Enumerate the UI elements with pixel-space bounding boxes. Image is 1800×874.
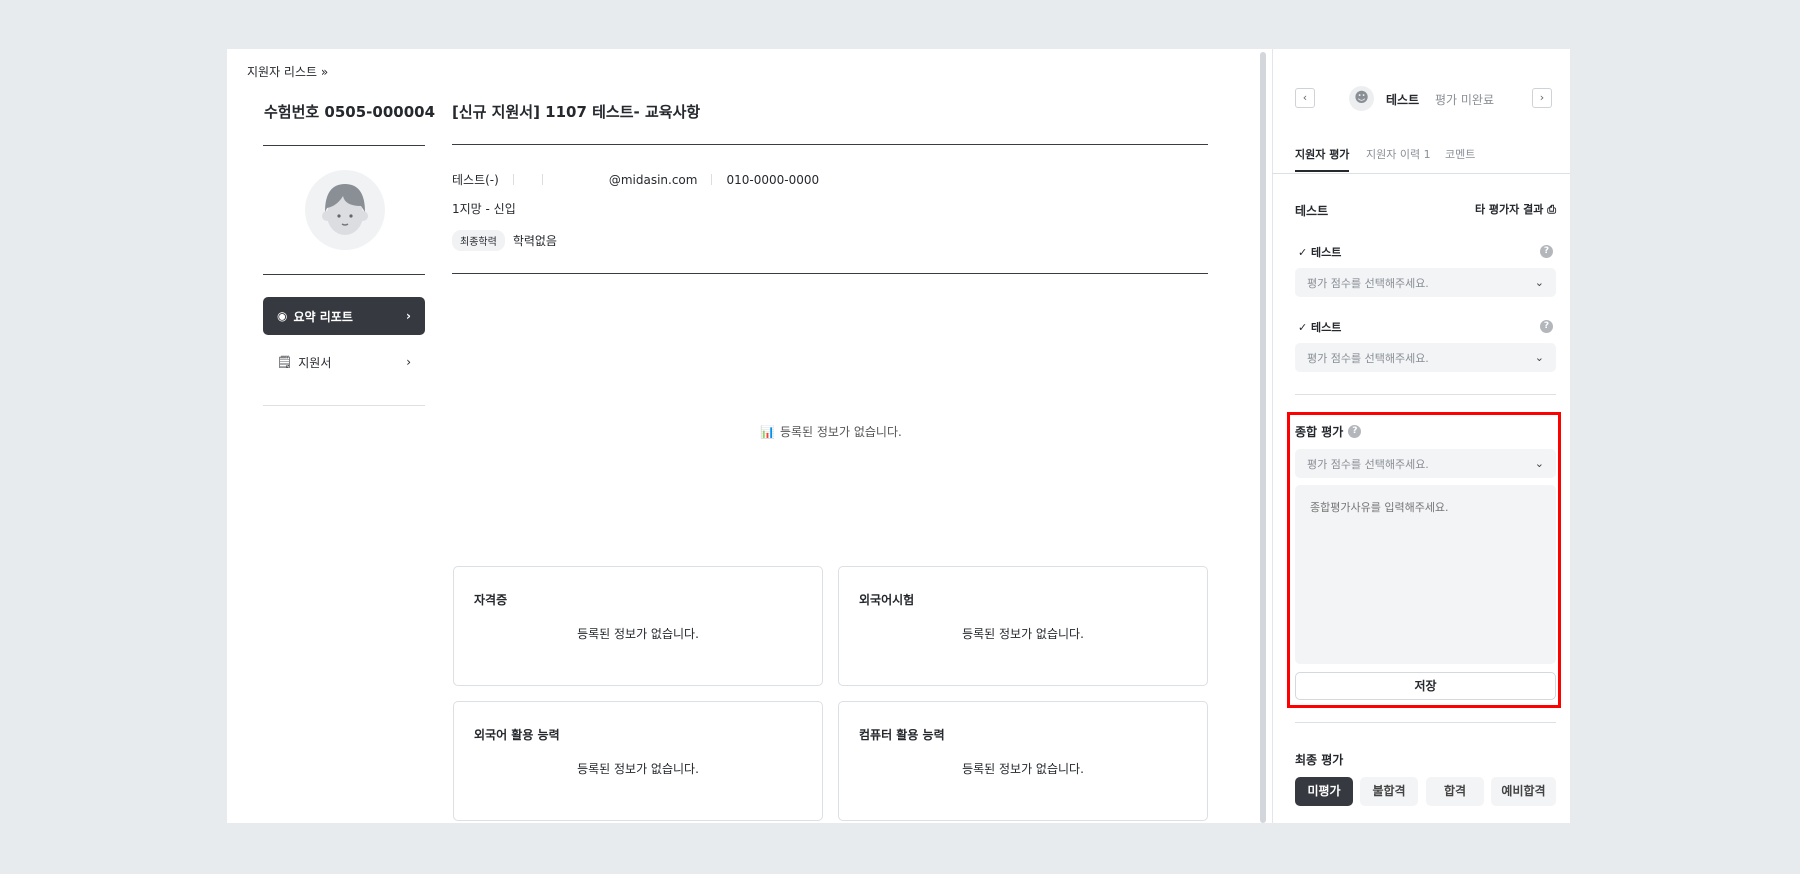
divider: [1295, 394, 1556, 395]
final-option-fail[interactable]: 불합격: [1360, 777, 1418, 806]
help-icon[interactable]: ?: [1348, 425, 1362, 438]
applicant-avatar: ☻: [1349, 86, 1374, 111]
applicant-phone: 010-0000-0000: [726, 172, 820, 187]
education: 최종학력 학력없음: [452, 230, 557, 251]
help-icon[interactable]: ?: [1540, 320, 1553, 333]
menu-item-summary-report[interactable]: ◉ 요약 리포트 ›: [263, 297, 425, 335]
overall-score-select[interactable]: 평가 점수를 선택해주세요. ⌄: [1295, 449, 1556, 478]
applicant-email: @midasin.com: [608, 172, 698, 187]
breadcrumb-link[interactable]: 지원자 리스트: [247, 65, 317, 79]
breadcrumb[interactable]: 지원자 리스트 »: [247, 63, 328, 80]
exam-number: 수험번호 0505-000004: [264, 103, 436, 121]
chevron-down-icon: ⌄: [1534, 276, 1544, 289]
menu-item-application[interactable]: 🗒 지원서 ›: [263, 343, 425, 381]
final-option-reserve[interactable]: 예비합격: [1491, 777, 1556, 806]
card-language-tests: 외국어시험 등록된 정보가 없습니다.: [838, 566, 1208, 686]
page-title: [신규 지원서] 1107 테스트- 교육사항: [452, 103, 701, 121]
overall-title: 종합 평가?: [1295, 423, 1362, 440]
tab-applicant-evaluation[interactable]: 지원자 평가: [1295, 146, 1350, 172]
help-icon[interactable]: ?: [1540, 245, 1553, 258]
criterion-score-select[interactable]: 평가 점수를 선택해주세요. ⌄: [1295, 343, 1556, 372]
divider: [452, 273, 1208, 274]
tab-applicant-history[interactable]: 지원자 이력 1: [1366, 146, 1431, 162]
other-results-button[interactable]: 타 평가자 결과 ⎙: [1475, 201, 1556, 217]
divider: [452, 144, 1208, 145]
divider: [263, 145, 425, 146]
next-applicant-button[interactable]: ›: [1532, 88, 1552, 108]
final-option-pass[interactable]: 합격: [1426, 777, 1484, 806]
person-icon: [322, 184, 368, 235]
save-button[interactable]: 저장: [1295, 672, 1556, 700]
avatar: [305, 170, 385, 250]
tab-border: [1272, 173, 1570, 174]
final-title: 최종 평가: [1295, 753, 1344, 767]
empty-state: 📊 등록된 정보가 없습니다.: [760, 424, 902, 440]
card-computer-skills: 컴퓨터 활용 능력 등록된 정보가 없습니다.: [838, 701, 1208, 821]
tab-comments[interactable]: 코멘트: [1445, 146, 1475, 162]
chevron-down-icon: ⌄: [1534, 351, 1544, 364]
applicant-wish: 1지망 - 신입: [452, 202, 516, 216]
print-icon: ⎙: [1547, 203, 1556, 216]
user-circle-icon: ◉: [277, 309, 288, 323]
chevron-down-icon: ⌄: [1534, 457, 1544, 470]
divider: [1295, 722, 1556, 723]
criterion-label: ✓ 테스트: [1298, 321, 1342, 334]
divider: [263, 405, 425, 406]
card-certificates: 자격증 등록된 정보가 없습니다.: [453, 566, 823, 686]
presentation-chart-icon: 📊: [760, 424, 775, 439]
applicant-info: 테스트(-) @midasin.com 010-0000-0000: [452, 171, 819, 188]
scrollbar[interactable]: [1260, 52, 1266, 823]
divider: [263, 274, 425, 275]
document-edit-icon: 🗒: [277, 355, 293, 369]
prev-applicant-button[interactable]: ‹: [1295, 88, 1315, 108]
education-value: 학력없음: [512, 234, 557, 248]
overall-reason-textarea[interactable]: [1295, 485, 1556, 664]
double-chevron-right-icon: »: [320, 65, 329, 79]
applicant-name: 테스트(-): [452, 173, 499, 187]
criterion-score-select[interactable]: 평가 점수를 선택해주세요. ⌄: [1295, 268, 1556, 297]
chevron-right-icon: ›: [406, 355, 411, 369]
evaluation-status: 평가 미완료: [1435, 93, 1495, 107]
education-tag: 최종학력: [452, 230, 505, 251]
card-language-skills: 외국어 활용 능력 등록된 정보가 없습니다.: [453, 701, 823, 821]
final-option-unevaluated[interactable]: 미평가: [1295, 777, 1353, 806]
section-title: 테스트: [1295, 204, 1329, 218]
chevron-right-icon: ›: [406, 309, 411, 323]
criterion-label: ✓ 테스트: [1298, 246, 1342, 259]
panel-border: [1272, 49, 1273, 823]
panel-applicant-name: 테스트: [1386, 93, 1420, 107]
